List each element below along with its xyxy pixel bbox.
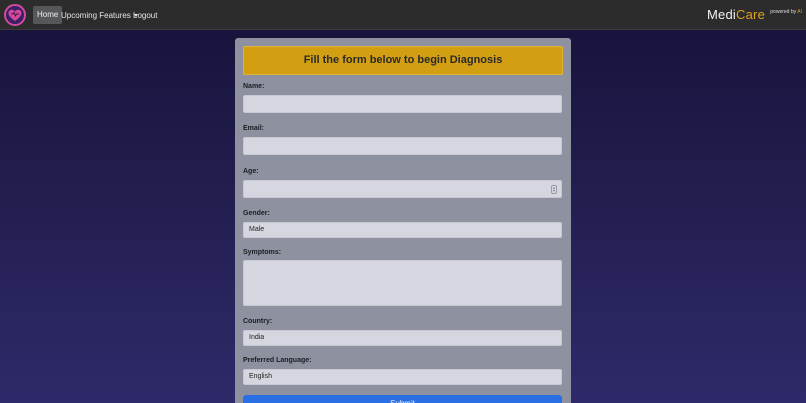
brand-powered-by: powered by AI	[770, 9, 802, 15]
age-label: Age:	[243, 168, 259, 175]
form-title: Fill the form below to begin Diagnosis	[243, 46, 563, 75]
age-input[interactable]	[243, 180, 562, 198]
language-select[interactable]: English	[243, 369, 562, 385]
nav-home-link[interactable]: Home	[33, 6, 63, 24]
email-label: Email:	[243, 125, 265, 132]
nav-upcoming-features-dropdown[interactable]: Upcoming Features	[61, 7, 138, 24]
brand-name: MediCare	[707, 7, 765, 22]
brand-part-care: Care	[736, 7, 765, 22]
submit-button[interactable]: Submit	[243, 395, 562, 403]
name-label: Name:	[243, 83, 265, 90]
brand-part-medi: Medi	[707, 7, 737, 22]
nav-upcoming-features-label: Upcoming Features	[61, 11, 131, 20]
gender-select[interactable]: Male	[243, 222, 562, 238]
name-input[interactable]	[243, 95, 562, 113]
symptoms-label: Symptoms:	[243, 249, 282, 256]
symptoms-textarea[interactable]	[243, 260, 562, 306]
brand-ai-text: AI	[797, 9, 802, 15]
number-spinner-icon[interactable]	[551, 185, 557, 194]
country-label: Country:	[243, 318, 273, 325]
brand-powered-by-text: powered by	[770, 9, 797, 15]
nav-logout-link[interactable]: Logout	[133, 7, 157, 24]
country-select[interactable]: India	[243, 330, 562, 346]
email-input[interactable]	[243, 137, 562, 155]
gender-label: Gender:	[243, 210, 270, 217]
language-label: Preferred Language:	[243, 357, 312, 364]
heart-icon[interactable]	[4, 4, 26, 26]
diagnosis-form-card: Fill the form below to begin Diagnosis N…	[235, 38, 571, 403]
top-navbar: Home Upcoming Features Logout MediCare p…	[0, 0, 806, 30]
